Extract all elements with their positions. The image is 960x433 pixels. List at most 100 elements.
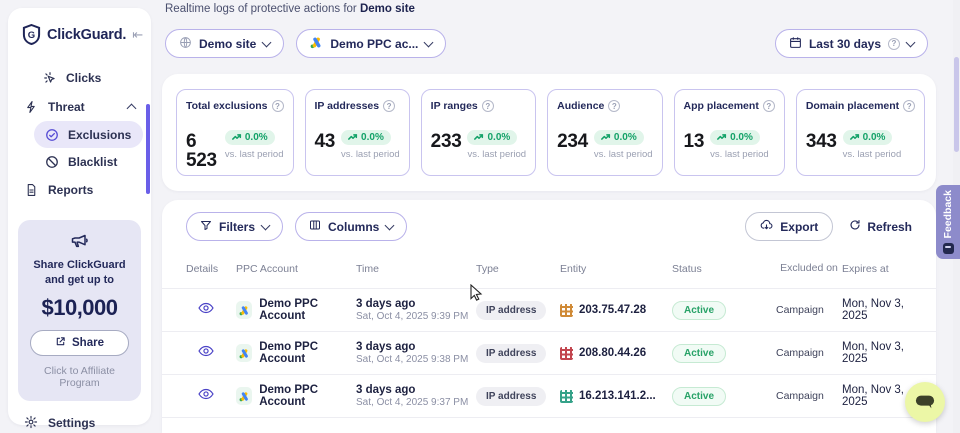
sidebar-item-label: Exclusions <box>68 128 131 142</box>
ppc-account-name: Demo PPC Account <box>259 341 356 365</box>
feedback-tab[interactable]: Feedback <box>936 185 960 259</box>
time-relative: 3 days ago <box>356 341 476 353</box>
date-range-value: Last 30 days <box>809 37 881 51</box>
click-icon <box>42 70 57 85</box>
filters-button[interactable]: Filters <box>186 212 283 241</box>
stat-card: App placement ? 13 0.0% vs. last period <box>674 89 785 176</box>
sidebar-collapse-icon[interactable]: ⇤ <box>132 27 143 43</box>
sidebar-item-clicks[interactable]: Clicks <box>34 63 143 92</box>
stat-label: Total exclusions <box>186 100 268 112</box>
chat-widget-button[interactable] <box>905 382 945 422</box>
sidebar-item-label: Clicks <box>66 71 101 85</box>
table-header-row: Details PPC Account Time Type Entity Sta… <box>162 249 936 289</box>
details-eye-icon[interactable] <box>198 344 214 361</box>
share-button[interactable]: Share <box>30 330 129 356</box>
google-ads-icon <box>310 36 323 52</box>
col-entity[interactable]: Entity <box>560 263 672 275</box>
col-expires-at[interactable]: Expires at <box>842 263 926 275</box>
stat-caption: vs. last period <box>710 149 769 160</box>
filters-label: Filters <box>219 220 255 234</box>
col-status[interactable]: Status <box>672 263 776 275</box>
stat-delta-value: 0.0% <box>361 132 384 143</box>
type-badge: IP address <box>476 387 546 406</box>
date-range-dropdown[interactable]: Last 30 days ? <box>775 29 928 58</box>
site-filter-value: Demo site <box>199 37 256 51</box>
stat-caption: vs. last period <box>467 149 526 160</box>
col-time[interactable]: Time <box>356 263 476 275</box>
entity-identicon <box>560 347 573 360</box>
gear-icon <box>24 415 38 432</box>
excluded-on-value: Campaign <box>776 304 842 316</box>
promo-caption: Click to Affiliate Program <box>26 365 133 389</box>
info-icon[interactable]: ? <box>763 100 775 112</box>
details-eye-icon[interactable] <box>198 387 214 404</box>
chat-bubble-icon <box>914 392 936 412</box>
stat-delta-badge: 0.0% <box>225 130 275 145</box>
col-type[interactable]: Type <box>476 263 560 275</box>
chevron-down-icon <box>262 38 272 48</box>
entity-value: 208.80.44.26 <box>579 347 646 359</box>
sidebar-item-label: Blacklist <box>68 155 117 169</box>
chevron-down-icon <box>261 221 271 231</box>
sidebar-item-label: Threat <box>48 100 85 114</box>
export-button[interactable]: Export <box>745 212 833 241</box>
logo-text: ClickGuard. <box>47 27 126 43</box>
status-badge: Active <box>672 387 726 406</box>
stat-delta-badge: 0.0% <box>467 130 517 145</box>
ppc-account-filter-dropdown[interactable]: Demo PPC ac... <box>296 29 446 58</box>
time-relative: 3 days ago <box>356 384 476 396</box>
status-badge: Active <box>672 344 726 363</box>
sidebar-item-label: Reports <box>48 183 93 197</box>
sidebar-item-exclusions[interactable]: Exclusions <box>34 121 143 148</box>
sidebar-scroll-indicator[interactable] <box>146 104 150 194</box>
stat-value: 13 <box>684 132 705 151</box>
stat-caption: vs. last period <box>843 149 902 160</box>
status-badge: Active <box>672 301 726 320</box>
sidebar-item-blacklist[interactable]: Blacklist <box>34 148 143 175</box>
table-row[interactable]: Demo PPC Account 3 days ago Sat, Oct 4, … <box>162 375 936 418</box>
stat-card: IP addresses ? 43 0.0% vs. last period <box>305 89 410 176</box>
info-icon[interactable]: ? <box>272 100 284 112</box>
sidebar-item-threat[interactable]: Threat <box>16 92 143 121</box>
table-row[interactable]: Demo PPC Account 3 days ago Sat, Oct 4, … <box>162 289 936 332</box>
sidebar-item-reports[interactable]: Reports <box>16 175 143 204</box>
stat-delta-badge: 0.0% <box>341 130 391 145</box>
clickguard-logo-icon: G <box>22 24 41 45</box>
stat-value: 234 <box>557 132 588 151</box>
sidebar-item-settings[interactable]: Settings <box>8 403 151 433</box>
col-details[interactable]: Details <box>186 263 236 275</box>
share-button-label: Share <box>72 337 104 349</box>
col-excluded-on[interactable]: Excluded on <box>776 262 842 275</box>
main-content: Realtime logs of protective actions for … <box>160 0 952 433</box>
page-scrollbar-thumb[interactable] <box>954 57 959 152</box>
type-badge: IP address <box>476 344 546 363</box>
col-ppc-account[interactable]: PPC Account <box>236 263 356 275</box>
globe-icon <box>179 36 192 52</box>
stat-caption: vs. last period <box>341 149 400 160</box>
logo: G ClickGuard. ⇤ <box>8 22 151 59</box>
table-row[interactable]: Demo PPC Account 3 days ago Sat, Oct 4, … <box>162 332 936 375</box>
export-label: Export <box>780 220 818 234</box>
ppc-filter-value: Demo PPC ac... <box>330 37 418 51</box>
stat-label: Audience <box>557 100 604 112</box>
google-ads-icon <box>236 301 252 319</box>
stat-caption: vs. last period <box>225 149 284 160</box>
refresh-button[interactable]: Refresh <box>849 219 912 234</box>
details-eye-icon[interactable] <box>198 301 214 318</box>
stat-label: App placement <box>684 100 759 112</box>
info-icon[interactable]: ? <box>903 100 915 112</box>
info-icon[interactable]: ? <box>383 100 395 112</box>
stat-delta-value: 0.0% <box>730 132 753 143</box>
document-icon <box>24 182 39 197</box>
chevron-down-icon <box>424 38 434 48</box>
columns-button[interactable]: Columns <box>295 212 407 241</box>
cloud-download-icon <box>760 219 773 235</box>
info-icon[interactable]: ? <box>482 100 494 112</box>
stat-delta-value: 0.0% <box>614 132 637 143</box>
chevron-down-icon <box>906 38 916 48</box>
megaphone-icon <box>26 232 133 254</box>
feedback-label: Feedback <box>942 190 954 238</box>
stat-value: 233 <box>431 132 462 151</box>
site-filter-dropdown[interactable]: Demo site <box>165 29 284 58</box>
info-icon[interactable]: ? <box>608 100 620 112</box>
